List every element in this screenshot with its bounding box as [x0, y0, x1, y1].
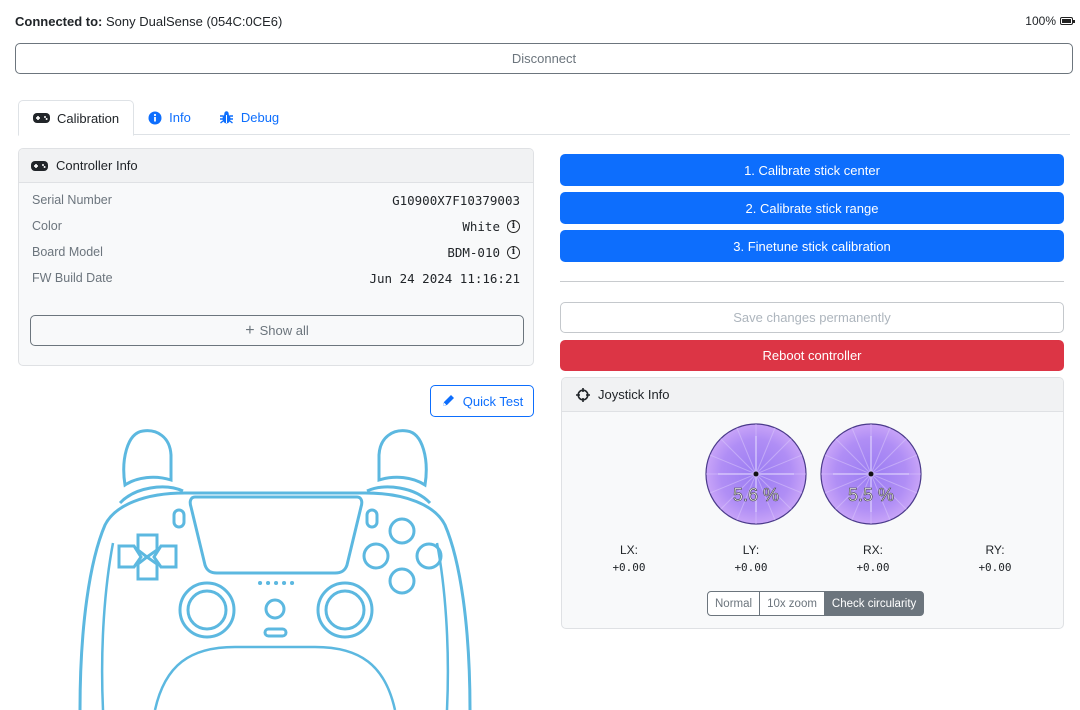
tab-info-label: Info [169, 110, 191, 125]
info-row-fw: FW Build Date Jun 24 2024 11:16:21 [32, 268, 520, 288]
left-stick [178, 581, 236, 639]
joystick-info-header: Joystick Info [562, 378, 1063, 412]
save-permanently-button[interactable]: Save changes permanently [560, 302, 1064, 333]
left-trigger [122, 429, 173, 488]
controller-info-title: Controller Info [56, 158, 138, 173]
axis-value: +0.00 [856, 561, 890, 574]
board-model-value: BDM-010 [447, 244, 500, 260]
right-stick-pad: 5.5 % [820, 423, 922, 525]
axis-value: +0.00 [612, 561, 646, 574]
left-stick-circularity-error: 5.6 % [733, 485, 779, 505]
axis-label: LX: [619, 543, 638, 557]
info-row-color: Color White i [32, 216, 520, 236]
quick-test-label: Quick Test [462, 393, 524, 409]
calibrate-center-button[interactable]: 1. Calibrate stick center [560, 154, 1064, 186]
mode-normal[interactable]: Normal [707, 591, 761, 616]
device-name: Sony DualSense (054C:0CE6) [106, 13, 283, 29]
board-info-icon[interactable]: i [507, 245, 520, 259]
fw-date-value: Jun 24 2024 11:16:21 [369, 270, 520, 286]
mode-check-circularity[interactable]: Check circularity [823, 591, 925, 616]
mute-button [263, 627, 288, 638]
tab-calibration[interactable]: Calibration [18, 100, 135, 136]
axis-label: LY: [742, 543, 760, 557]
controller-illustration [78, 429, 472, 710]
actions-divider [560, 281, 1064, 282]
info-key: Serial Number [32, 193, 112, 207]
info-key: Color [32, 219, 62, 233]
right-small-button [365, 508, 379, 529]
connection-bar: Connected to: Sony DualSense (054C:0CE6)… [15, 12, 1075, 30]
show-all-label: Show all [259, 323, 309, 338]
controller-inner-edge [100, 542, 450, 710]
right-trigger [377, 429, 428, 488]
tab-debug-label: Debug [240, 110, 280, 125]
face-buttons [362, 517, 443, 595]
axis-label: RY: [985, 543, 1005, 557]
plus-icon: + [245, 321, 255, 339]
info-row-serial: Serial Number G10900X7F10379003 [32, 190, 520, 210]
disconnect-button[interactable]: Disconnect [15, 43, 1073, 74]
battery-level: 100% [1025, 14, 1056, 28]
info-value: Jun 24 2024 11:16:21 [369, 271, 520, 286]
left-stick-pad: 5.6 % [705, 423, 807, 525]
axis-value: +0.00 [978, 561, 1012, 574]
axis-label: RX: [862, 543, 883, 557]
battery-status: 100% [1025, 14, 1075, 28]
quick-test-button[interactable]: Quick Test [430, 385, 534, 417]
bug-icon [219, 111, 233, 124]
joystick-info-card: Joystick Info 5.6 % 5.5 % LX: +0.00 LY: … [561, 377, 1064, 629]
show-all-button[interactable]: + Show all [30, 315, 524, 346]
info-value: BDM-010 i [447, 245, 520, 260]
left-small-button [172, 508, 186, 529]
color-info-icon[interactable]: i [507, 219, 520, 233]
gamepad-icon [31, 160, 48, 171]
joystick-info-title: Joystick Info [598, 387, 670, 402]
tab-debug[interactable]: Debug [205, 100, 293, 135]
finetune-calibration-button[interactable]: 3. Finetune stick calibration [560, 230, 1064, 262]
serial-number-value: G10900X7F10379003 [392, 192, 520, 208]
display-mode-group: Normal 10x zoom Check circularity [707, 591, 925, 616]
pencil-icon [442, 395, 454, 406]
color-value: White [462, 218, 500, 234]
right-stick-circularity-error: 5.5 % [848, 485, 894, 505]
axis-ry: RY: +0.00 [940, 543, 1050, 574]
tab-calibration-label: Calibration [57, 110, 120, 126]
ps-button [264, 598, 286, 620]
right-stick [316, 581, 374, 639]
calibrate-range-button[interactable]: 2. Calibrate stick range [560, 192, 1064, 224]
info-row-board: Board Model BDM-010 i [32, 242, 520, 262]
axis-rx: RX: +0.00 [818, 543, 928, 574]
info-circle-icon [148, 111, 162, 124]
controller-info-header: Controller Info [19, 149, 533, 183]
crosshair-icon [576, 387, 590, 402]
gamepad-icon [33, 113, 50, 123]
info-key: FW Build Date [32, 271, 113, 285]
info-key: Board Model [32, 245, 103, 259]
battery-icon [1060, 17, 1075, 25]
connected-label: Connected to: [15, 13, 103, 29]
touchpad [188, 495, 364, 575]
main-tabs: Calibration Info Debug [18, 100, 1070, 136]
mode-10x-zoom[interactable]: 10x zoom [759, 591, 825, 616]
controller-info-card: Controller Info Serial Number G10900X7F1… [18, 148, 534, 366]
connection-status: Connected to: Sony DualSense (054C:0CE6) [15, 14, 282, 29]
axis-value: +0.00 [734, 561, 768, 574]
dpad [117, 533, 178, 581]
tab-info[interactable]: Info [134, 100, 205, 135]
info-value: White i [462, 219, 520, 234]
controller-lower-edge [153, 645, 397, 710]
reboot-controller-button[interactable]: Reboot controller [560, 340, 1064, 371]
axis-ly: LY: +0.00 [696, 543, 806, 574]
axis-lx: LX: +0.00 [574, 543, 684, 574]
info-value: G10900X7F10379003 [392, 193, 520, 208]
